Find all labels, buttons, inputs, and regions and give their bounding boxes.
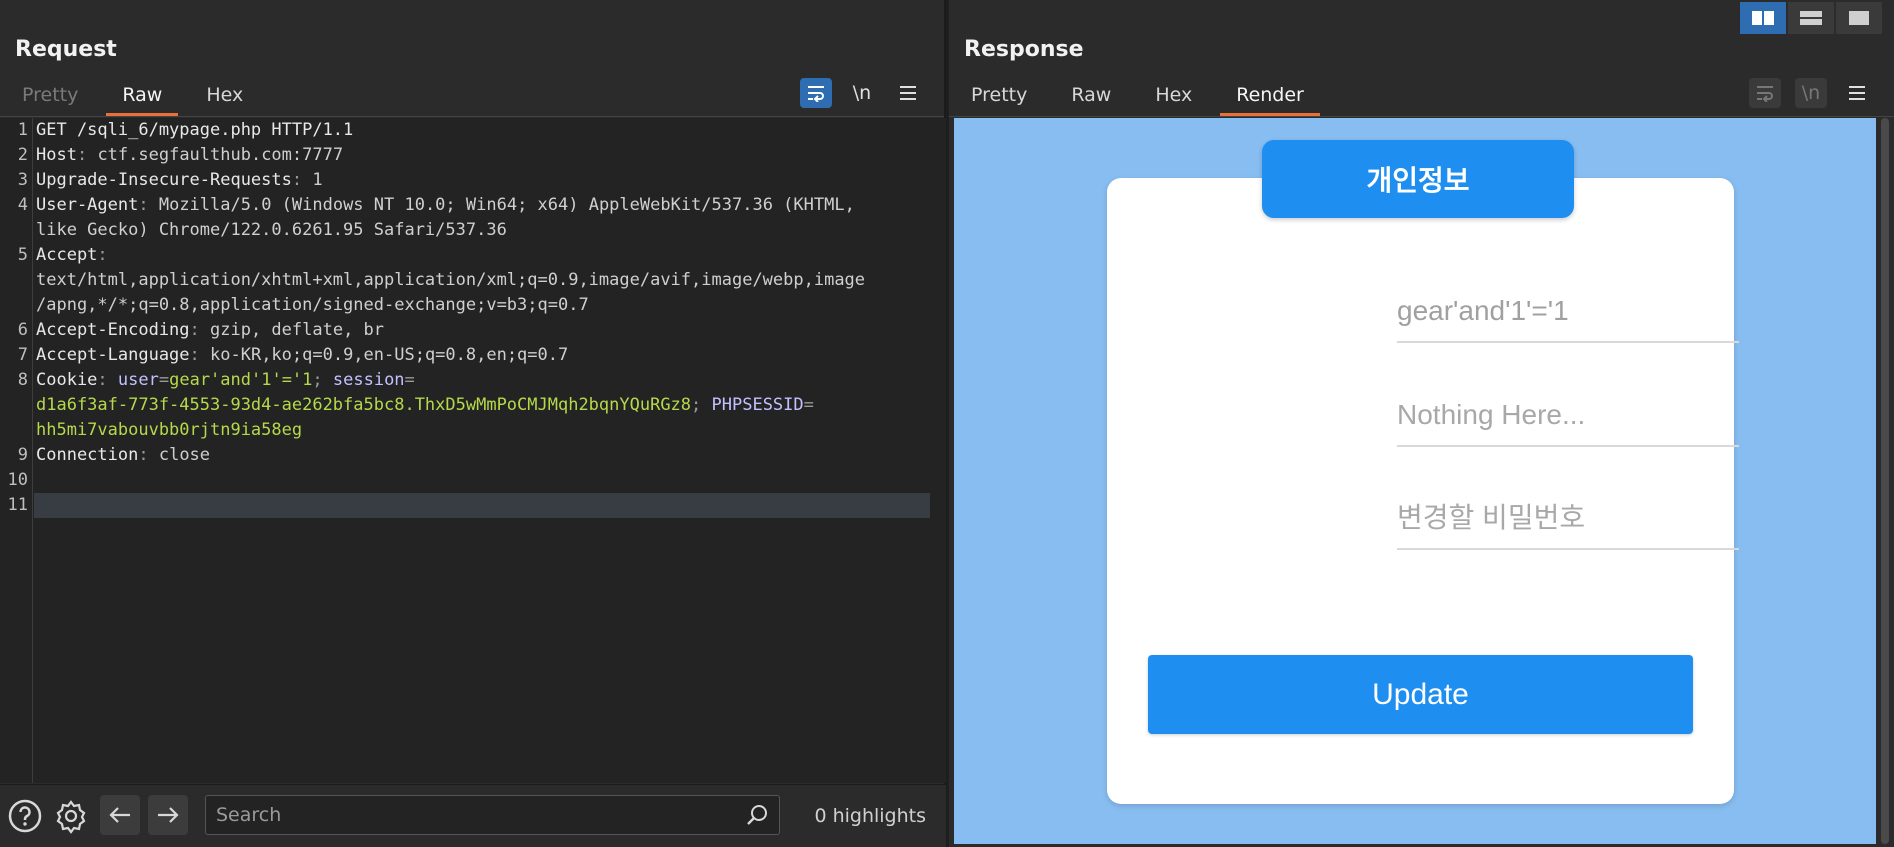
code-line: 10 [7,470,28,490]
render-scrollbar[interactable] [1878,118,1894,844]
layout-split-icon[interactable] [1740,2,1786,34]
wrap-icon[interactable] [800,78,832,108]
search-input[interactable] [206,796,726,834]
code-line: /apng,*/*;q=0.8,application/signed-excha… [36,295,589,315]
gear-icon[interactable] [52,797,90,835]
tab-hex[interactable]: Hex [1133,80,1214,116]
tab-raw[interactable]: Raw [100,80,184,116]
code-line: 11 [7,495,28,515]
code-line: d1a6f3af-773f-4553-93d4-ae262bfa5bc8.Thx… [36,395,814,415]
request-title: Request [15,37,117,62]
code-line: 5 Accept: [17,245,108,265]
tab-divider [0,116,944,117]
help-icon[interactable] [6,797,44,835]
profile-header: 개인정보 [1262,140,1574,218]
request-editor[interactable]: 1 GET /sqli_6/mypage.php HTTP/1.1 2 Host: … [0,118,946,783]
info-field[interactable] [1397,387,1739,447]
code-line: 3 Upgrade-Insecure-Requests: 1 [17,170,323,190]
forward-arrow-icon[interactable] [148,795,188,835]
info-input[interactable] [1397,387,1739,443]
request-bottom-bar: 0 highlights [0,784,946,847]
highlights-count: 0 highlights [814,805,926,827]
code-line: 4 User-Agent: Mozilla/5.0 (Windows NT 10.… [17,195,855,215]
code-line: hh5mi7vabouvbb0rjtn9ia58eg [36,420,303,440]
scroll-thumb[interactable] [1881,118,1889,844]
code-line: 1 GET /sqli_6/mypage.php HTTP/1.1 [17,120,354,140]
code-line: text/html,application/xhtml+xml,applicat… [36,270,866,290]
code-line: like Gecko) Chrome/122.0.6261.95 Safari/… [36,220,507,240]
back-arrow-icon[interactable] [100,795,140,835]
code-line: 2 Host: ctf.segfaulthub.com:7777 [17,145,344,165]
search-field[interactable] [205,795,780,835]
tab-hex[interactable]: Hex [184,80,265,116]
render-view: 개인정보 Update [954,118,1876,844]
tab-pretty[interactable]: Pretty [0,80,100,116]
layout-single-icon[interactable] [1836,2,1882,34]
layout-switcher [1740,2,1882,34]
code-line: 7 Accept-Language: ko-KR,ko;q=0.9,en-US;q… [17,345,569,365]
tab-raw[interactable]: Raw [1049,80,1133,116]
password-input[interactable] [1397,490,1739,546]
update-button[interactable]: Update [1148,655,1693,734]
tab-divider [949,116,1894,117]
code-line: 9 Connection: close [17,445,211,465]
password-field[interactable] [1397,490,1739,550]
response-tabs: Pretty Raw Hex Render [949,80,1326,116]
response-toolbar: \n [1749,78,1873,108]
search-icon[interactable] [745,803,769,831]
newline-toggle[interactable]: \n [846,78,878,108]
code-line: 8 Cookie: user=gear'and'1'='1; session= [17,370,415,390]
tab-pretty[interactable]: Pretty [949,80,1049,116]
code-line: 6 Accept-Encoding: gzip, deflate, br [17,320,385,340]
menu-icon[interactable] [1841,78,1873,108]
newline-toggle[interactable]: \n [1795,78,1827,108]
request-toolbar: \n [800,78,924,108]
request-panel: Request Pretty Raw Hex \n 1 GET /sqli_6/m… [0,0,946,847]
request-tabs: Pretty Raw Hex [0,80,265,116]
tab-render[interactable]: Render [1214,80,1326,116]
response-panel: Response Pretty Raw Hex Render \n 개인정보 U… [949,0,1894,847]
username-field[interactable] [1397,283,1739,343]
response-title: Response [964,37,1084,62]
menu-icon[interactable] [892,78,924,108]
layout-stack-icon[interactable] [1788,2,1834,34]
wrap-icon[interactable] [1749,78,1781,108]
username-input[interactable] [1397,283,1739,339]
